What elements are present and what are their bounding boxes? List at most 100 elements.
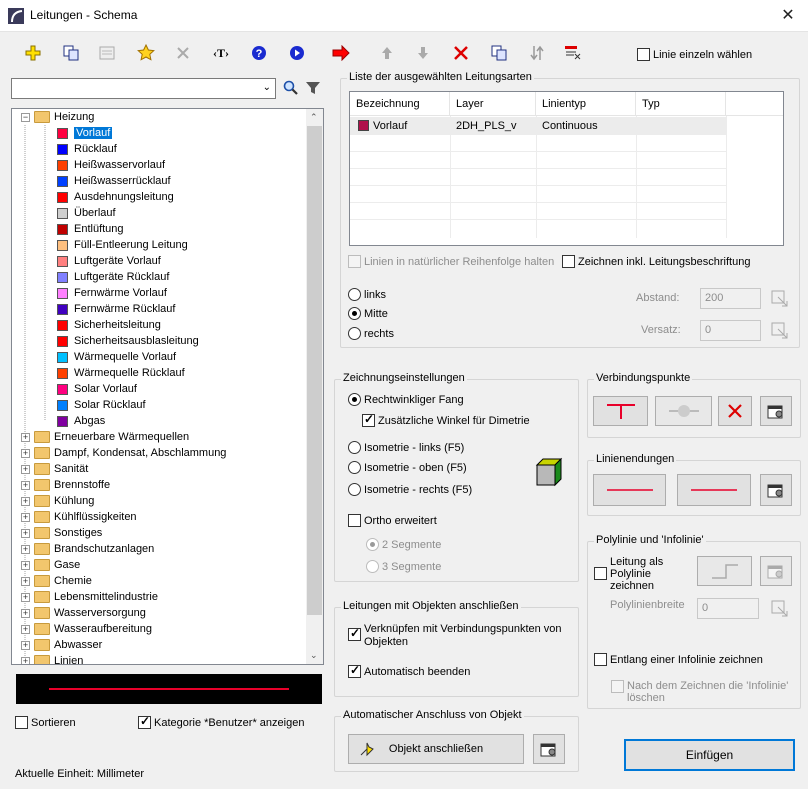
expand-icon[interactable]: +: [21, 656, 30, 664]
links-radio[interactable]: [348, 288, 361, 301]
duplicate-icon[interactable]: [488, 42, 510, 64]
objekt-anschliessen-button[interactable]: Objekt anschließen: [348, 734, 524, 764]
iso-rechts-radio[interactable]: [348, 483, 361, 496]
expand-icon[interactable]: +: [21, 560, 30, 570]
ortho-checkbox[interactable]: [348, 514, 361, 527]
col-bezeichnung[interactable]: Bezeichnung: [350, 92, 450, 116]
tree-item[interactable]: Heißwasservorlauf: [57, 157, 165, 173]
favorite-icon[interactable]: [135, 42, 157, 64]
tree-folder[interactable]: + Linien: [21, 653, 83, 664]
iso-links-radio[interactable]: [348, 441, 361, 454]
infolinie-checkbox[interactable]: [594, 653, 607, 666]
tree-folder[interactable]: + Erneuerbare Wärmequellen: [21, 429, 189, 445]
tree-folder[interactable]: + Dampf, Kondensat, Abschlammung: [21, 445, 226, 461]
expand-icon[interactable]: +: [21, 608, 30, 618]
verbindung-settings-button[interactable]: [760, 396, 792, 426]
collapse-icon[interactable]: −: [21, 112, 30, 122]
verknuepfen-checkbox[interactable]: [348, 626, 361, 641]
category-tree[interactable]: − Heizung Vorlauf Rücklauf Heißwasservorlauf…: [11, 108, 324, 665]
expand-icon[interactable]: +: [21, 576, 30, 586]
tree-item[interactable]: Luftgeräte Rücklauf: [57, 269, 169, 285]
inkl-checkbox[interactable]: [562, 255, 575, 268]
text-icon[interactable]: ‹T›: [210, 42, 232, 64]
filter-icon[interactable]: [305, 80, 321, 96]
tree-item[interactable]: Heißwasserrücklauf: [57, 173, 171, 189]
tree-folder[interactable]: + Brandschutzanlagen: [21, 541, 154, 557]
search-icon[interactable]: [283, 80, 299, 96]
tree-item[interactable]: Solar Rücklauf: [57, 397, 146, 413]
tree-item[interactable]: Wärmequelle Rücklauf: [57, 365, 185, 381]
kategorie-checkbox[interactable]: [138, 714, 151, 729]
anschluss-settings-button[interactable]: [533, 734, 565, 764]
tree-folder[interactable]: + Abwasser: [21, 637, 102, 653]
tree-folder[interactable]: + Sanität: [21, 461, 88, 477]
rechts-radio[interactable]: [348, 327, 361, 340]
play-icon[interactable]: [286, 42, 308, 64]
line-end-start-button[interactable]: [593, 474, 666, 506]
tree-item-heizung[interactable]: − Heizung: [21, 109, 94, 125]
table-row[interactable]: Vorlauf 2DH_PLS_v Continuous: [350, 117, 726, 134]
expand-icon[interactable]: +: [21, 624, 30, 634]
einfuegen-button[interactable]: Einfügen: [624, 739, 795, 771]
expand-icon[interactable]: +: [21, 480, 30, 490]
expand-icon[interactable]: +: [21, 432, 30, 442]
expand-icon[interactable]: +: [21, 464, 30, 474]
tree-folder[interactable]: + Sonstiges: [21, 525, 102, 541]
tree-item[interactable]: Überlauf: [57, 205, 116, 221]
scroll-up-icon[interactable]: ⌃: [310, 112, 318, 123]
auto-checkbox[interactable]: [348, 663, 361, 678]
chevron-down-icon[interactable]: ⌄: [263, 82, 271, 93]
col-layer[interactable]: Layer: [450, 92, 536, 116]
scroll-thumb[interactable]: [307, 126, 322, 615]
expand-icon[interactable]: +: [21, 640, 30, 650]
tree-item[interactable]: Sicherheitsleitung: [57, 317, 161, 333]
copy-icon[interactable]: [60, 42, 82, 64]
tree-scrollbar[interactable]: ⌃ ⌄: [306, 109, 323, 664]
mitte-radio[interactable]: [348, 307, 361, 320]
tree-item[interactable]: Sicherheitsausblasleitung: [57, 333, 199, 349]
tree-item[interactable]: Abgas: [57, 413, 105, 429]
col-typ[interactable]: Typ: [636, 92, 726, 116]
tree-folder[interactable]: + Wasserversorgung: [21, 605, 146, 621]
tree-item[interactable]: Solar Vorlauf: [57, 381, 137, 397]
tree-folder[interactable]: + Wasseraufbereitung: [21, 621, 152, 637]
expand-icon[interactable]: +: [21, 544, 30, 554]
linienenden-settings-button[interactable]: [760, 474, 792, 506]
tree-item[interactable]: Vorlauf: [57, 125, 114, 141]
expand-icon[interactable]: +: [21, 592, 30, 602]
tree-item[interactable]: Fernwärme Vorlauf: [57, 285, 167, 301]
tree-folder[interactable]: + Lebensmittelindustrie: [21, 589, 158, 605]
sortieren-checkbox[interactable]: [15, 716, 28, 729]
expand-icon[interactable]: +: [21, 448, 30, 458]
als-polylinie-checkbox[interactable]: [594, 567, 607, 580]
leitungsarten-table[interactable]: Bezeichnung Layer Linientyp Typ Vorlauf …: [349, 91, 784, 246]
remove-icon[interactable]: [450, 42, 472, 64]
add-icon[interactable]: [22, 42, 44, 64]
expand-icon[interactable]: +: [21, 512, 30, 522]
tee-connect-button[interactable]: [593, 396, 648, 426]
line-end-finish-button[interactable]: [677, 474, 751, 506]
search-input[interactable]: ⌄: [11, 78, 276, 99]
tree-folder[interactable]: + Brennstoffe: [21, 477, 110, 493]
tree-folder[interactable]: + Kühlung: [21, 493, 94, 509]
expand-icon[interactable]: +: [21, 528, 30, 538]
close-button[interactable]: ✕: [768, 0, 808, 32]
remove-connection-button[interactable]: [718, 396, 752, 426]
tree-folder[interactable]: + Gase: [21, 557, 80, 573]
tree-item[interactable]: Entlüftung: [57, 221, 124, 237]
rechtwinklig-radio[interactable]: [348, 393, 361, 406]
arrow-right-icon[interactable]: [330, 42, 352, 64]
scroll-down-icon[interactable]: ⌄: [310, 650, 318, 661]
tree-item[interactable]: Fernwärme Rücklauf: [57, 301, 175, 317]
iso-oben-radio[interactable]: [348, 461, 361, 474]
tree-item[interactable]: Füll-Entleerung Leitung: [57, 237, 188, 253]
tree-item[interactable]: Ausdehnungsleitung: [57, 189, 174, 205]
expand-icon[interactable]: +: [21, 496, 30, 506]
tree-item[interactable]: Rücklauf: [57, 141, 117, 157]
tree-folder[interactable]: + Chemie: [21, 573, 92, 589]
tree-folder[interactable]: + Kühlflüssigkeiten: [21, 509, 137, 525]
tree-item[interactable]: Wärmequelle Vorlauf: [57, 349, 176, 365]
zusatz-checkbox[interactable]: [362, 412, 375, 427]
help-icon[interactable]: ?: [248, 42, 270, 64]
linie-einzeln-checkbox[interactable]: [637, 48, 650, 61]
